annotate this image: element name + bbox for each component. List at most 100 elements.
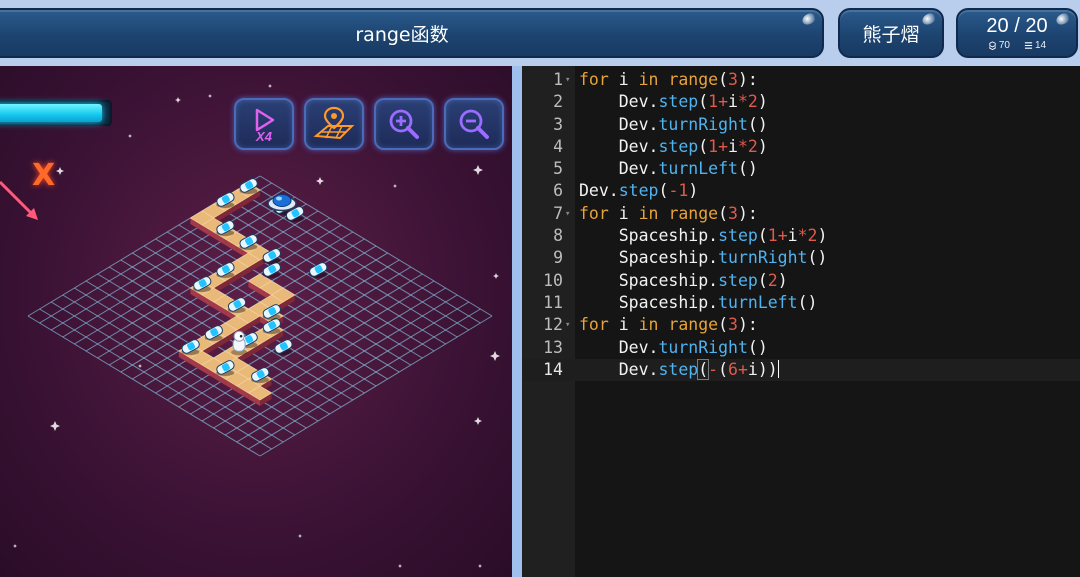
panel-divider[interactable] <box>512 66 522 577</box>
code-lines[interactable]: 1 ▾ for i in range(3): 2 Dev.step(1+i*2) 3 D… <box>522 69 1080 382</box>
code-line[interactable]: 6 Dev.step(-1) <box>522 180 1080 202</box>
code-line[interactable]: 9 Spaceship.turnRight() <box>522 247 1080 269</box>
code-text: Dev.step(-(6+i)) <box>579 358 779 381</box>
code-token: 1 <box>678 181 689 201</box>
code-token: i <box>787 226 798 246</box>
path-tiles <box>178 182 296 406</box>
text-cursor <box>777 359 779 378</box>
code-token: in <box>638 315 659 335</box>
code-token: () <box>807 248 828 268</box>
code-line[interactable]: 1 ▾ for i in range(3): <box>522 69 1080 91</box>
line-number: 7 <box>553 203 563 223</box>
energy-canister-icon <box>181 339 200 355</box>
code-token: Spaceship. <box>579 270 719 290</box>
code-token: step <box>658 359 699 379</box>
code-line[interactable]: 5 Dev.turnLeft() <box>522 158 1080 180</box>
map-button[interactable] <box>304 98 364 150</box>
code-token: )) <box>757 359 778 379</box>
code-line[interactable]: 2 Dev.step(1+i*2) <box>522 91 1080 113</box>
play-speed-icon: X4 <box>255 108 275 144</box>
fold-toggle-icon[interactable]: ▾ <box>565 69 570 91</box>
code-token: turnLeft <box>718 292 798 312</box>
code-editor[interactable]: 1 ▾ for i in range(3): 2 Dev.step(1+i*2) 3 D… <box>522 66 1080 577</box>
code-token: step <box>718 270 758 290</box>
code-token: range <box>668 70 719 89</box>
code-line[interactable]: 13 Dev.turnRight() <box>522 337 1080 359</box>
line-number: 4 <box>553 136 563 156</box>
code-token: Dev. <box>579 92 659 112</box>
code-text: Dev.step(1+i*2) <box>579 136 768 158</box>
top-bar: range函数 熊子熠 20 / 20 70 14 <box>0 0 1080 66</box>
zoom-in-icon <box>389 109 419 139</box>
code-line[interactable]: 8 Spaceship.step(1+i*2) <box>522 225 1080 247</box>
code-line[interactable]: 12 ▾ for i in range(3): <box>522 314 1080 336</box>
speed-x4-button[interactable]: X4 <box>234 98 294 150</box>
code-token: i <box>608 203 639 223</box>
line-number: 5 <box>553 159 563 179</box>
code-token: + <box>737 359 748 379</box>
energy-canister-icon <box>274 339 293 355</box>
line-number: 1 <box>553 70 563 89</box>
energy-canister-icon <box>309 262 328 278</box>
energy-canister-icon <box>216 262 235 278</box>
code-line[interactable]: 11 Spaceship.turnLeft() <box>522 292 1080 314</box>
code-text: Spaceship.turnLeft() <box>579 292 818 314</box>
code-token: ( <box>697 358 710 380</box>
code-token: 1 <box>708 136 719 156</box>
player-name-badge: 熊子熠 <box>838 8 944 58</box>
energy-canister-icon <box>239 178 258 194</box>
code-token: for <box>579 315 609 335</box>
code-token: range <box>668 203 719 223</box>
code-line[interactable]: 7 ▾ for i in range(3): <box>522 203 1080 225</box>
shine-icon <box>800 11 818 27</box>
fold-toggle-icon[interactable]: ▾ <box>565 203 570 225</box>
code-token: Dev. <box>579 181 619 201</box>
code-token: + <box>718 136 729 156</box>
code-token: * <box>797 226 808 246</box>
code-line[interactable]: 10 Spaceship.step(2) <box>522 270 1080 292</box>
code-token: * <box>737 136 748 156</box>
line-number: 2 <box>553 92 563 112</box>
zoom-out-icon <box>459 109 489 139</box>
line-number: 10 <box>543 270 563 290</box>
code-token: i <box>608 70 639 89</box>
stat-cubes: 70 <box>988 40 1010 51</box>
code-text: for i in range(3): <box>579 69 758 91</box>
code-token: turnRight <box>658 337 748 357</box>
code-token: ) <box>757 92 768 112</box>
code-token: ): <box>737 315 758 335</box>
code-token: () <box>747 114 768 134</box>
code-token: for <box>579 70 609 89</box>
code-token: ( <box>718 315 729 335</box>
code-text: Spaceship.step(2) <box>579 270 788 292</box>
line-number: 6 <box>553 181 563 201</box>
code-token: Dev. <box>579 136 659 156</box>
spaceship-dome <box>272 194 292 207</box>
code-token: () <box>737 159 758 179</box>
fold-toggle-icon[interactable]: ▾ <box>565 314 570 336</box>
code-token: 3 <box>728 70 738 89</box>
code-token: turnLeft <box>658 159 738 179</box>
game-panel[interactable]: X X4 <box>0 66 512 577</box>
code-token: Dev. <box>579 337 659 357</box>
target-marker: X <box>32 158 56 193</box>
level-progress-badge: 20 / 20 70 14 <box>956 8 1078 58</box>
zoom-out-button[interactable] <box>444 98 504 150</box>
code-token: () <box>747 337 768 357</box>
code-token: i <box>728 136 738 156</box>
code-token: i <box>608 315 639 335</box>
code-token: turnRight <box>718 248 808 268</box>
code-token: step <box>618 181 659 201</box>
code-token: 1 <box>708 92 719 112</box>
code-line[interactable]: 4 Dev.step(1+i*2) <box>522 136 1080 158</box>
code-line[interactable]: 3 Dev.turnRight() <box>522 114 1080 136</box>
zoom-in-button[interactable] <box>374 98 434 150</box>
level-stats: 70 14 <box>988 40 1046 51</box>
stat-cubes-value: 70 <box>998 40 1010 51</box>
code-token: - <box>668 181 679 201</box>
code-line[interactable]: 14 Dev.step(-(6+i)) <box>522 358 1080 382</box>
spaceship-glint <box>276 196 283 201</box>
code-token: range <box>668 315 719 335</box>
code-token: Dev. <box>579 359 659 379</box>
